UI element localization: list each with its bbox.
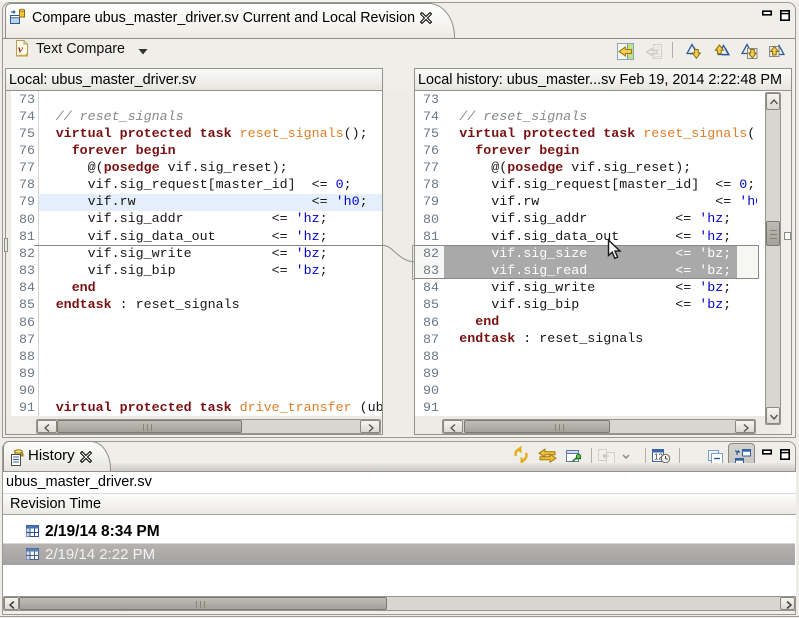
svg-text:v: v: [18, 44, 23, 56]
